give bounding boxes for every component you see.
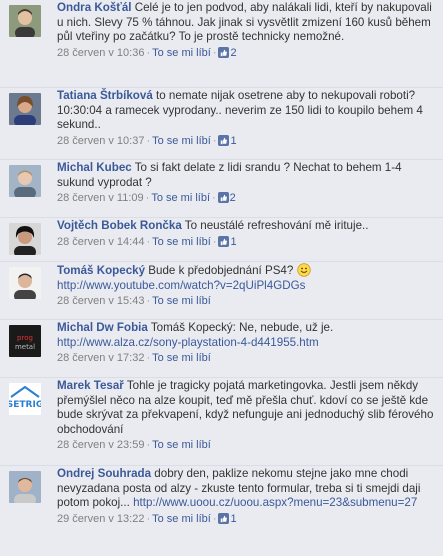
comment-body: Tatiana Štrbíková to nemate nijak osetre… [57, 89, 437, 148]
comment-meta: 28 červen v 23:59 · To se mi líbí [57, 438, 437, 452]
comment-meta: 29 červen v 13:22 · To se mi líbí · 1 [57, 512, 437, 526]
comment-meta: 28 červen v 11:09 · To se mi líbí · 2 [57, 191, 437, 205]
comment-text: To neustálé refreshování mě irituje.. [184, 219, 369, 232]
comment-item: prog metal Michal Dw Fobia Tomáš Kopecký:… [0, 320, 443, 378]
separator-dot: · [212, 46, 217, 59]
separator-dot: · [146, 295, 151, 308]
svg-text:metal: metal [15, 343, 35, 351]
comment-item: Ondra Košťál Celé je to jen podvod, aby … [0, 0, 443, 88]
comment-author-link[interactable]: Vojtěch Bobek Rončka [57, 219, 182, 232]
comment-timestamp[interactable]: 28 červen v 15:43 [57, 295, 144, 307]
person-avatar-icon[interactable] [9, 471, 41, 503]
comment-item: Tomáš Kopecký Bude k předobjednání PS4? … [0, 262, 443, 320]
comment-item: Ondrej Souhrada dobry den, paklize nekom… [0, 466, 443, 556]
comment-body: Michal Dw Fobia Tomáš Kopecký: Ne, nebud… [57, 321, 437, 365]
comment-timestamp[interactable]: 28 červen v 11:09 [57, 192, 144, 204]
person-avatar-icon[interactable] [9, 165, 41, 197]
smiley-emoji-icon [296, 263, 311, 277]
logo-avatar-icon[interactable]: SETRIG [9, 383, 41, 415]
comment-item: Vojtěch Bobek Rončka To neustálé refresh… [0, 218, 443, 262]
comment-url-link[interactable]: http://www.uoou.cz/uoou.aspx?menu=23&sub… [133, 496, 417, 509]
separator-dot: · [146, 134, 151, 147]
like-button[interactable]: To se mi líbí [152, 236, 211, 248]
comment-item: SETRIG Marek Tesař Tohle je tragicky poj… [0, 378, 443, 466]
thumbs-up-icon [218, 46, 230, 58]
thumbs-up-icon [218, 134, 230, 146]
comment-author-link[interactable]: Michal Kubec [57, 161, 132, 174]
logo-avatar-icon[interactable]: prog metal [9, 325, 41, 357]
comment-timestamp[interactable]: 29 červen v 13:22 [57, 513, 144, 525]
svg-text:prog: prog [17, 334, 33, 342]
comment-meta: 28 červen v 17:32 · To se mi líbí [57, 351, 437, 365]
separator-dot: · [146, 46, 151, 59]
thumbs-up-icon [218, 235, 230, 247]
like-count[interactable]: 2 [217, 192, 236, 204]
separator-dot: · [146, 235, 151, 248]
comment-author-link[interactable]: Michal Dw Fobia [57, 321, 148, 334]
svg-text:SETRIG: SETRIG [9, 400, 41, 410]
like-count[interactable]: 1 [218, 512, 237, 525]
like-button[interactable]: To se mi líbí [152, 47, 211, 59]
comment-timestamp[interactable]: 28 červen v 14:44 [57, 236, 144, 248]
comment-meta: 28 červen v 10:37 · To se mi líbí · 1 [57, 134, 437, 148]
comment-meta: 28 červen v 14:44 · To se mi líbí · 1 [57, 235, 437, 249]
comment-meta: 28 červen v 15:43 · To se mi líbí [57, 294, 437, 308]
comment-timestamp[interactable]: 28 červen v 23:59 [57, 439, 144, 451]
like-button[interactable]: To se mi líbí [152, 295, 211, 307]
comment-author-link[interactable]: Marek Tesař [57, 379, 124, 392]
comment-author-link[interactable]: Tomáš Kopecký [57, 264, 145, 277]
like-button[interactable]: To se mi líbí [152, 439, 211, 451]
separator-dot: · [212, 512, 217, 525]
separator-dot: · [146, 352, 151, 365]
comment-timestamp[interactable]: 28 červen v 10:37 [57, 135, 144, 147]
comment-body: Marek Tesař Tohle je tragicky pojatá mar… [57, 379, 437, 452]
thumbs-up-icon [218, 512, 230, 524]
comment-meta: 28 červen v 10:36 · To se mi líbí · 2 [57, 46, 437, 60]
separator-dot: · [212, 134, 217, 147]
comment-body: Ondrej Souhrada dobry den, paklize nekom… [57, 467, 437, 526]
comment-body: Tomáš Kopecký Bude k předobjednání PS4? … [57, 263, 437, 308]
comment-text: Bude k předobjednání PS4? [148, 264, 294, 277]
separator-dot: · [212, 192, 216, 205]
comment-feed: Ondra Košťál Celé je to jen podvod, aby … [0, 0, 443, 556]
comment-author-link[interactable]: Ondra Košťál [57, 1, 132, 14]
thumbs-up-icon [217, 192, 229, 204]
comment-url-link[interactable]: http://www.alza.cz/sony-playstation-4-d4… [57, 336, 319, 349]
like-button[interactable]: To se mi líbí [152, 135, 211, 147]
like-button[interactable]: To se mi líbí [152, 513, 211, 525]
comment-body: Ondra Košťál Celé je to jen podvod, aby … [57, 1, 437, 60]
person-avatar-icon[interactable] [9, 267, 41, 299]
comment-item: Tatiana Štrbíková to nemate nijak osetre… [0, 88, 443, 160]
comment-body: Vojtěch Bobek Rončka To neustálé refresh… [57, 219, 437, 249]
comment-author-link[interactable]: Tatiana Štrbíková [57, 89, 153, 102]
like-count[interactable]: 1 [218, 235, 237, 248]
person-avatar-icon[interactable] [9, 5, 41, 37]
separator-dot: · [146, 439, 151, 452]
comment-timestamp[interactable]: 28 červen v 17:32 [57, 352, 144, 364]
separator-dot: · [212, 235, 217, 248]
person-avatar-icon[interactable] [9, 93, 41, 125]
comment-body: Michal Kubec To si fakt delate z lidi sr… [57, 161, 437, 205]
like-count[interactable]: 1 [218, 134, 237, 147]
comment-author-link[interactable]: Ondrej Souhrada [57, 467, 151, 480]
like-button[interactable]: To se mi líbí [152, 352, 211, 364]
separator-dot: · [145, 192, 150, 205]
like-count[interactable]: 2 [218, 46, 237, 59]
comment-url-link[interactable]: http://www.youtube.com/watch?v=2qUiPl4GD… [57, 279, 305, 292]
comment-item: Michal Kubec To si fakt delate z lidi sr… [0, 160, 443, 218]
separator-dot: · [146, 512, 151, 525]
like-button[interactable]: To se mi líbí [151, 192, 210, 204]
comment-timestamp[interactable]: 28 červen v 10:36 [57, 47, 144, 59]
person-avatar-icon[interactable] [9, 223, 41, 255]
comment-text: Tomáš Kopecký: Ne, nebude, u­ž je. [150, 321, 334, 334]
